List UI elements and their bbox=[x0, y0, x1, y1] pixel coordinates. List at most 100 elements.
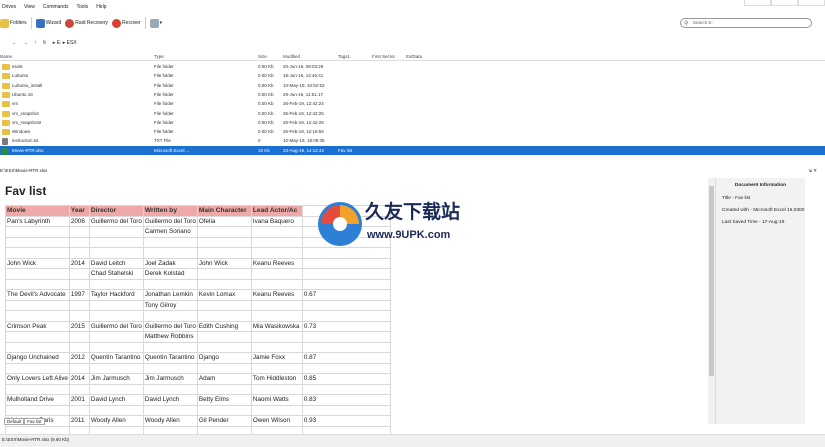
sheet-cell[interactable] bbox=[196, 299, 252, 311]
file-row[interactable]: vm_snapshot File folder 0.00 Kb 26-Feb-19, … bbox=[0, 109, 825, 118]
file-row[interactable]: esxi6 File folder 0.00 Kb 20-Jun-16, 09:03:… bbox=[0, 62, 825, 71]
sheet-cell[interactable]: Adam bbox=[196, 373, 252, 385]
sheet-cell[interactable] bbox=[142, 383, 198, 395]
file-row[interactable]: Lubuntu File folder 0.00 Kb 18-Jun-16, 14:4… bbox=[0, 71, 825, 80]
sheet-cell[interactable] bbox=[250, 362, 303, 374]
sheet-cell[interactable]: Derek Kolstad bbox=[142, 268, 198, 280]
sheet-cell[interactable] bbox=[250, 341, 303, 353]
sheet-cell[interactable] bbox=[250, 268, 303, 280]
sheet-cell[interactable] bbox=[68, 268, 90, 280]
forward-icon[interactable]: → bbox=[23, 40, 28, 46]
sheet-cell[interactable]: Guillermo del Toro bbox=[88, 320, 144, 332]
sheet-cell[interactable] bbox=[68, 404, 90, 416]
file-row[interactable]: vm_snapshot2 File folder 0.00 Kb 26-Feb-19,… bbox=[0, 118, 825, 127]
sheet-cell[interactable]: Quentin Tarantino bbox=[88, 352, 144, 364]
sheet-cell[interactable] bbox=[68, 383, 90, 395]
sheet-cell[interactable]: Guillermo del Toro bbox=[88, 215, 144, 227]
sheet-cell[interactable]: John Wick bbox=[196, 257, 252, 269]
sheet-cell[interactable] bbox=[142, 278, 198, 290]
sheet-cell[interactable] bbox=[142, 341, 198, 353]
sheet-cell[interactable] bbox=[196, 278, 252, 290]
file-row[interactable]: Movie-RTR.xlsx Microsoft Excel ... 10 Kb 23… bbox=[0, 145, 825, 155]
sheet-cell[interactable]: Tony Gilroy bbox=[142, 299, 198, 311]
sheet-cell[interactable]: Only Lovers Left Alive bbox=[5, 373, 70, 385]
sheet-cell[interactable] bbox=[88, 341, 144, 353]
sheet-cell[interactable]: 2012 bbox=[68, 352, 90, 364]
sheet-cell[interactable]: 1997 bbox=[68, 289, 90, 301]
sheet-cell[interactable] bbox=[196, 341, 252, 353]
sheet-cell[interactable] bbox=[5, 299, 70, 311]
sheet-cell[interactable] bbox=[301, 362, 391, 374]
menu-view[interactable]: View bbox=[24, 4, 35, 10]
sheet-cell[interactable]: John Wick bbox=[5, 257, 70, 269]
sheet-cell[interactable] bbox=[68, 236, 90, 248]
file-row[interactable]: vm File folder 0.00 Kb 26-Feb-19, 12:42:24 bbox=[0, 99, 825, 108]
sheet-cell[interactable] bbox=[301, 299, 391, 311]
folders-button[interactable]: Folders bbox=[0, 18, 27, 28]
sheet-cell[interactable]: 0.85 bbox=[301, 373, 391, 385]
sheet-cell[interactable] bbox=[250, 299, 303, 311]
sheet-cell[interactable] bbox=[5, 236, 70, 248]
menu-tools[interactable]: Tools bbox=[77, 4, 89, 10]
sheet-cell[interactable] bbox=[88, 383, 144, 395]
sheet-cell[interactable]: Ivana Baquero bbox=[250, 215, 303, 227]
sheet-cell[interactable]: 2001 bbox=[68, 394, 90, 406]
sheet-cell[interactable] bbox=[88, 331, 144, 343]
sheet-cell[interactable]: David Leitch bbox=[88, 257, 144, 269]
sheet-cell[interactable] bbox=[250, 278, 303, 290]
sheet-cell[interactable] bbox=[5, 341, 70, 353]
column-first-sector[interactable]: First Sector bbox=[372, 54, 395, 59]
sheet-cell[interactable]: Carmen Soriano bbox=[142, 226, 198, 238]
sheet-cell[interactable]: Woody Allen bbox=[142, 415, 198, 427]
sheet-cell[interactable] bbox=[5, 268, 70, 280]
column-size[interactable]: Size bbox=[258, 54, 267, 59]
sheet-cell[interactable] bbox=[88, 236, 144, 248]
sheet-cell[interactable] bbox=[88, 226, 144, 238]
sheet-cell[interactable] bbox=[250, 310, 303, 322]
sheet-cell[interactable] bbox=[142, 404, 198, 416]
raid-recovery-button[interactable]: Raid Recovery bbox=[65, 18, 108, 28]
scrollbar-thumb[interactable] bbox=[709, 186, 714, 376]
sheet-cell[interactable] bbox=[301, 310, 391, 322]
tab-default[interactable]: Default bbox=[4, 418, 25, 425]
sheet-cell[interactable]: Quentin Tarantino bbox=[142, 352, 198, 364]
sheet-cell[interactable] bbox=[142, 247, 198, 259]
sheet-cell[interactable] bbox=[301, 278, 391, 290]
sheet-cell[interactable]: 2006 bbox=[68, 215, 90, 227]
sheet-cell[interactable] bbox=[250, 247, 303, 259]
breadcrumb-drive[interactable]: E: bbox=[57, 40, 62, 46]
sheet-cell[interactable]: Naomi Watts bbox=[250, 394, 303, 406]
column-type[interactable]: Type bbox=[154, 54, 164, 59]
sheet-cell[interactable] bbox=[5, 247, 70, 259]
sheet-cell[interactable] bbox=[196, 331, 252, 343]
sheet-cell[interactable] bbox=[68, 362, 90, 374]
minimize-button[interactable] bbox=[744, 0, 771, 6]
sheet-cell[interactable]: Keanu Reeves bbox=[250, 289, 303, 301]
sheet-cell[interactable] bbox=[250, 236, 303, 248]
sheet-cell[interactable] bbox=[196, 236, 252, 248]
sheet-cell[interactable]: 2014 bbox=[68, 373, 90, 385]
sheet-cell[interactable]: The Devil's Advocate bbox=[5, 289, 70, 301]
sheet-cell[interactable] bbox=[88, 404, 144, 416]
tab-fav-list[interactable]: Fav list bbox=[24, 418, 45, 425]
sheet-cell[interactable] bbox=[88, 310, 144, 322]
menu-drives[interactable]: Drives bbox=[2, 4, 16, 10]
sheet-cell[interactable]: 0.87 bbox=[301, 352, 391, 364]
sheet-cell[interactable] bbox=[301, 257, 391, 269]
up-icon[interactable]: ↑ bbox=[34, 40, 37, 46]
sheet-cell[interactable] bbox=[5, 404, 70, 416]
sheet-cell[interactable] bbox=[5, 226, 70, 238]
back-icon[interactable]: ← bbox=[12, 40, 17, 46]
file-row[interactable]: Ubuntu 18 File folder 0.00 Kb 29-Jun-16, 11… bbox=[0, 90, 825, 99]
sheet-cell[interactable] bbox=[68, 299, 90, 311]
breadcrumb-folder[interactable]: ESX bbox=[67, 40, 77, 46]
sheet-cell[interactable]: 0.73 bbox=[301, 320, 391, 332]
sheet-cell[interactable]: Betty Elms bbox=[196, 394, 252, 406]
sheet-cell[interactable] bbox=[301, 268, 391, 280]
sheet-cell[interactable]: Django Unchained bbox=[5, 352, 70, 364]
sheet-cell[interactable] bbox=[5, 278, 70, 290]
sheet-cell[interactable] bbox=[250, 331, 303, 343]
pin-icon[interactable]: ⇲ ✕ bbox=[808, 168, 817, 174]
sheet-cell[interactable] bbox=[250, 404, 303, 416]
breadcrumb[interactable]: ▸ E: ▸ ESX bbox=[53, 40, 77, 46]
